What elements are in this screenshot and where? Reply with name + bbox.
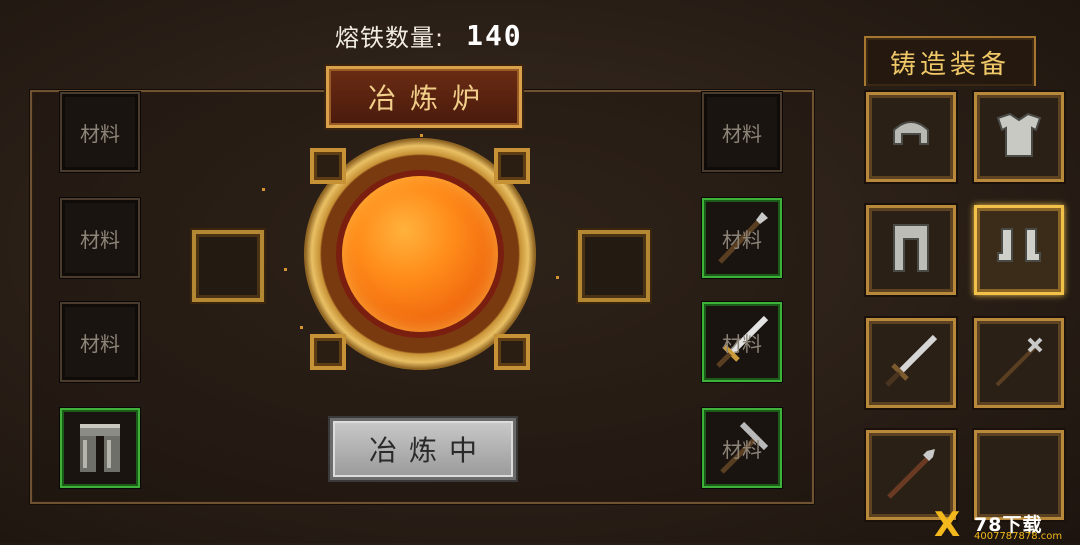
forge-item-chestplate[interactable] bbox=[974, 92, 1064, 182]
leg-armor-icon bbox=[68, 416, 132, 480]
forge-item-leggings[interactable] bbox=[866, 205, 956, 295]
furnace-corner-ornament bbox=[310, 148, 346, 184]
slot-label: 材料 bbox=[80, 121, 120, 146]
left-material-slot-4[interactable] bbox=[60, 408, 140, 488]
spark-particle bbox=[284, 268, 287, 271]
molten-core bbox=[342, 176, 498, 332]
right-material-slot-3[interactable]: 材料 bbox=[702, 302, 782, 382]
smelting-status-button[interactable]: 冶炼中 bbox=[330, 418, 516, 480]
left-material-slot-2[interactable]: 材料 bbox=[60, 198, 140, 278]
leggings-icon bbox=[886, 221, 936, 279]
right-material-slot-2[interactable]: 材料 bbox=[702, 198, 782, 278]
spear-icon bbox=[881, 443, 941, 507]
left-material-slot-3[interactable]: 材料 bbox=[60, 302, 140, 382]
furnace-corner-ornament bbox=[310, 334, 346, 370]
sword-icon bbox=[881, 331, 941, 395]
slot-label: 材料 bbox=[722, 227, 762, 252]
right-material-slot-4[interactable]: 材料 bbox=[702, 408, 782, 488]
spark-particle bbox=[556, 276, 559, 279]
spark-particle bbox=[262, 188, 265, 191]
molten-iron-label: 熔铁数量: bbox=[335, 23, 445, 52]
slot-label: 材料 bbox=[722, 331, 762, 356]
forge-item-boots[interactable] bbox=[974, 205, 1064, 295]
helmet-icon bbox=[886, 110, 936, 164]
slot-label: 材料 bbox=[722, 121, 762, 146]
left-material-slot-1[interactable]: 材料 bbox=[60, 92, 140, 172]
slot-label: 材料 bbox=[80, 227, 120, 252]
site-watermark: X 78下载 4007787878.com bbox=[934, 506, 1080, 543]
furnace-corner-ornament bbox=[494, 334, 530, 370]
forge-item-helmet[interactable] bbox=[866, 92, 956, 182]
watermark-logo-icon: X bbox=[934, 505, 961, 545]
furnace-title: 冶炼炉 bbox=[326, 66, 522, 128]
halberd-icon bbox=[989, 331, 1049, 395]
forge-item-sword[interactable] bbox=[866, 318, 956, 408]
slot-label: 材料 bbox=[80, 331, 120, 356]
output-fusion-slot[interactable] bbox=[578, 230, 650, 302]
boots-icon bbox=[992, 223, 1046, 277]
slot-label: 材料 bbox=[722, 437, 762, 462]
watermark-url: 4007787878.com bbox=[974, 531, 1063, 542]
right-material-slot-1[interactable]: 材料 bbox=[702, 92, 782, 172]
input-fusion-slot[interactable] bbox=[192, 230, 264, 302]
furnace-corner-ornament bbox=[494, 148, 530, 184]
forge-item-halberd[interactable] bbox=[974, 318, 1064, 408]
molten-iron-counter: 熔铁数量: 140 bbox=[335, 18, 523, 52]
molten-iron-value: 140 bbox=[466, 18, 523, 52]
furnace[interactable] bbox=[296, 138, 546, 370]
chestplate-icon bbox=[992, 108, 1046, 166]
spark-particle bbox=[300, 326, 303, 329]
forge-equipment-tab[interactable]: 铸造装备 bbox=[864, 36, 1036, 86]
spark-particle bbox=[420, 134, 423, 137]
